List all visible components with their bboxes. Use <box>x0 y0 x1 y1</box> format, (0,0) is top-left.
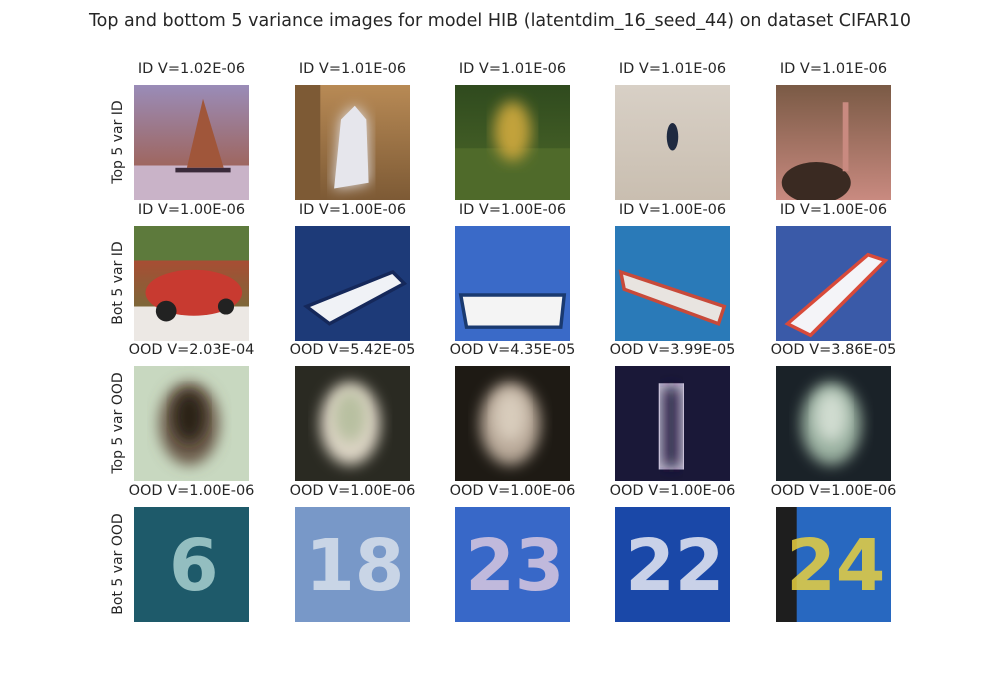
thumbnail-image <box>776 366 891 481</box>
row-label: Bot 5 var ID <box>110 240 126 325</box>
blurry-digit-image <box>455 366 570 481</box>
thumbnail-title: OOD V=1.00E-06 <box>770 483 897 499</box>
thumbnail-title: OOD V=3.86E-05 <box>770 342 897 358</box>
blurry-digit-one-image <box>615 366 730 481</box>
thumbnail-image <box>455 226 570 341</box>
thumbnail-image <box>776 85 891 200</box>
speedboat-image <box>776 226 891 341</box>
row-label: Top 5 var ID <box>110 99 126 184</box>
svg-text:18: 18 <box>305 524 404 607</box>
blurry-digit-image <box>776 366 891 481</box>
thumbnail-image <box>295 85 410 200</box>
thumbnail-image <box>295 366 410 481</box>
thumbnail-image <box>615 366 730 481</box>
thumbnail-image <box>134 366 249 481</box>
thumbnail-image: 24 <box>776 507 891 622</box>
thumbnail-title: ID V=1.00E-06 <box>779 202 888 218</box>
blurry-digit-image <box>295 366 410 481</box>
house-number-image: 6 <box>134 507 249 622</box>
house-number-image: 24 <box>776 507 891 622</box>
thumbnail-image <box>295 226 410 341</box>
blurry-face-image <box>134 366 249 481</box>
svg-text:22: 22 <box>625 524 724 607</box>
house-number-image: 18 <box>295 507 410 622</box>
ferry-ship-image <box>455 226 570 341</box>
thumbnail-image: 22 <box>615 507 730 622</box>
thumbnail-image <box>455 85 570 200</box>
thumbnail-image <box>776 226 891 341</box>
deer-in-grass-image <box>455 85 570 200</box>
row-label: Bot 5 var OOD <box>110 512 126 615</box>
thumbnail-image <box>455 366 570 481</box>
svg-text:23: 23 <box>465 524 564 607</box>
cargo-ship-image <box>615 226 730 341</box>
thumbnail-title: ID V=1.01E-06 <box>779 61 888 77</box>
thumbnail-image <box>615 85 730 200</box>
cruise-ship-image <box>295 226 410 341</box>
house-number-image: 22 <box>615 507 730 622</box>
sailboat-image <box>134 85 249 200</box>
ostrich-image <box>776 85 891 200</box>
house-number-image: 23 <box>455 507 570 622</box>
thumbnail-image <box>134 85 249 200</box>
bird-in-sky-image <box>615 85 730 200</box>
thumbnail-image <box>134 226 249 341</box>
svg-text:6: 6 <box>169 524 219 607</box>
thumbnail-image: 18 <box>295 507 410 622</box>
thumbnail-image <box>615 226 730 341</box>
figure-title: Top and bottom 5 variance images for mod… <box>88 11 912 31</box>
svg-text:24: 24 <box>786 524 885 607</box>
thumbnail-image: 6 <box>134 507 249 622</box>
red-car-image <box>134 226 249 341</box>
thumbnail-image: 23 <box>455 507 570 622</box>
row-label: Top 5 var OOD <box>110 371 126 474</box>
white-animal-image <box>295 85 410 200</box>
